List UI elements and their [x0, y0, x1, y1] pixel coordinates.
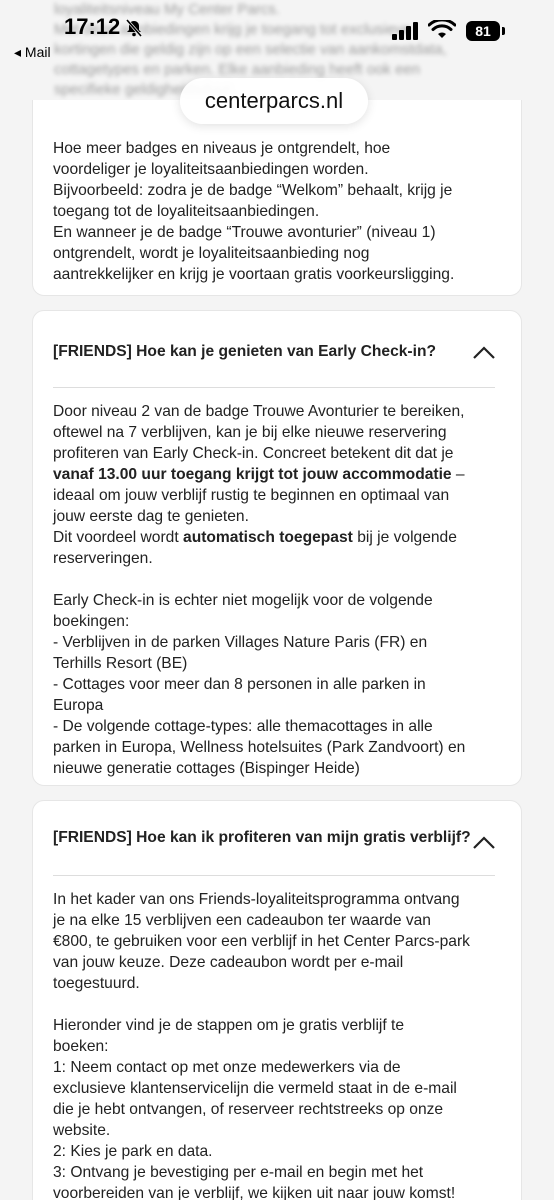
- faq-answer: Door niveau 2 van de badge Trouwe Avontu…: [53, 401, 465, 779]
- faq-card-early-checkin: [FRIENDS] Hoe kan je genieten van Early …: [32, 310, 522, 786]
- answer-line: - Verblijven in de parken Villages Natur…: [53, 634, 428, 651]
- faq-question-button[interactable]: [FRIENDS] Hoe kan je genieten van Early …: [53, 343, 436, 361]
- answer-line: oftewel na 7 verblijven, kan je bij elke…: [53, 424, 447, 441]
- faq-card-loyalty-offers: Hoe meer badges en niveaus je ontgrendel…: [32, 100, 522, 296]
- battery-indicator: 81: [466, 21, 500, 41]
- answer-line: 1: Neem contact op met onze medewerkers …: [53, 1059, 401, 1076]
- answer-line: Door niveau 2 van de badge Trouwe Avontu…: [53, 403, 465, 420]
- answer-line: 2: Kies je park en data.: [53, 1143, 213, 1160]
- answer-line: aantrekkelijker en krijg je voortaan gra…: [53, 266, 455, 283]
- answer-line: ontgrendelt, wordt je loyaliteitsaanbied…: [53, 245, 370, 262]
- answer-line: 3: Ontvang je bevestiging per e-mail en …: [53, 1164, 424, 1181]
- faq-answer: Hoe meer badges en niveaus je ontgrendel…: [53, 138, 454, 285]
- answer-line: profiteren van Early Check-in. Concreet …: [53, 445, 454, 462]
- answer-line: - Cottages voor meer dan 8 personen in a…: [53, 676, 426, 693]
- chevron-up-icon[interactable]: [471, 835, 497, 851]
- cellular-signal-icon: [392, 22, 418, 40]
- answer-line: En wanneer je de badge “Trouwe avonturie…: [53, 224, 436, 241]
- answer-line: ideaal om jouw verblijf rustig te beginn…: [53, 487, 450, 504]
- status-time: 17:12: [64, 14, 121, 39]
- answer-line: van jouw keuze. Deze cadeaubon wordt per…: [53, 954, 404, 971]
- divider: [53, 875, 495, 876]
- answer-line: exclusieve klantenservicelijn die vermel…: [53, 1080, 457, 1097]
- answer-line: - De volgende cottage-types: alle themac…: [53, 718, 433, 735]
- answer-line: jouw eerste dag te genieten.: [53, 508, 249, 525]
- bold-text: automatisch toegepast: [183, 529, 353, 546]
- answer-line: voorbereiden van je verblijf, we kijken …: [53, 1185, 456, 1200]
- wifi-icon: [428, 20, 456, 38]
- answer-line: vanaf 13.00 uur toegang krijgt tot jouw …: [53, 464, 465, 485]
- answer-line: Hieronder vind je de stappen om je grati…: [53, 1017, 405, 1034]
- url-bar[interactable]: centerparcs.nl: [180, 78, 368, 124]
- back-label: Mail: [24, 44, 51, 60]
- answer-line: Bijvoorbeeld: zodra je de badge “Welkom”…: [53, 182, 453, 199]
- bold-text: vanaf 13.00 uur toegang krijgt tot jouw …: [53, 466, 452, 483]
- faq-answer: In het kader van ons Friends-loyaliteits…: [53, 889, 470, 1200]
- bell-slash-icon: [125, 19, 143, 37]
- answer-line: Hoe meer badges en niveaus je ontgrendel…: [53, 140, 391, 157]
- faq-card-free-stay: [FRIENDS] Hoe kan ik profiteren van mijn…: [32, 800, 522, 1200]
- divider: [53, 387, 495, 388]
- answer-line: Dit voordeel wordt automatisch toegepast…: [53, 527, 465, 548]
- answer-line: nieuwe generatie cottages (Bispinger Hei…: [53, 760, 360, 777]
- answer-line: voordeliger je loyaliteitsaanbiedingen w…: [53, 161, 369, 178]
- answer-line: boeken:: [53, 1038, 109, 1055]
- answer-line: toegestuurd.: [53, 975, 140, 992]
- answer-line: je na elke 15 verblijven een cadeaubon t…: [53, 912, 431, 929]
- answer-line: Terhills Resort (BE): [53, 655, 188, 672]
- back-to-mail-link[interactable]: ◂ Mail: [14, 44, 51, 61]
- answer-line: Europa: [53, 697, 104, 714]
- text: Dit voordeel wordt: [53, 529, 184, 546]
- answer-line: website.: [53, 1122, 111, 1139]
- answer-line: die je hebt ontvangen, of reserveer rech…: [53, 1101, 444, 1118]
- faq-question-button[interactable]: [FRIENDS] Hoe kan ik profiteren van mijn…: [53, 829, 471, 847]
- answer-line: In het kader van ons Friends-loyaliteits…: [53, 891, 460, 908]
- answer-line: toegang tot de loyaliteitsaanbiedingen.: [53, 203, 320, 220]
- answer-line: reserveringen.: [53, 550, 153, 567]
- answer-line: parken in Europa, Wellness hotelsuites (…: [53, 739, 466, 756]
- text: bij je volgende: [352, 529, 457, 546]
- answer-line: €800, te gebruiken voor een verblijf in …: [53, 933, 470, 950]
- chevron-up-icon[interactable]: [471, 345, 497, 361]
- answer-line: boekingen:: [53, 613, 130, 630]
- text: –: [451, 466, 465, 483]
- status-bar: 17:12 ◂ Mail 81: [0, 0, 554, 66]
- answer-line: Early Check-in is echter niet mogelijk v…: [53, 592, 433, 609]
- battery-tip: [502, 27, 505, 35]
